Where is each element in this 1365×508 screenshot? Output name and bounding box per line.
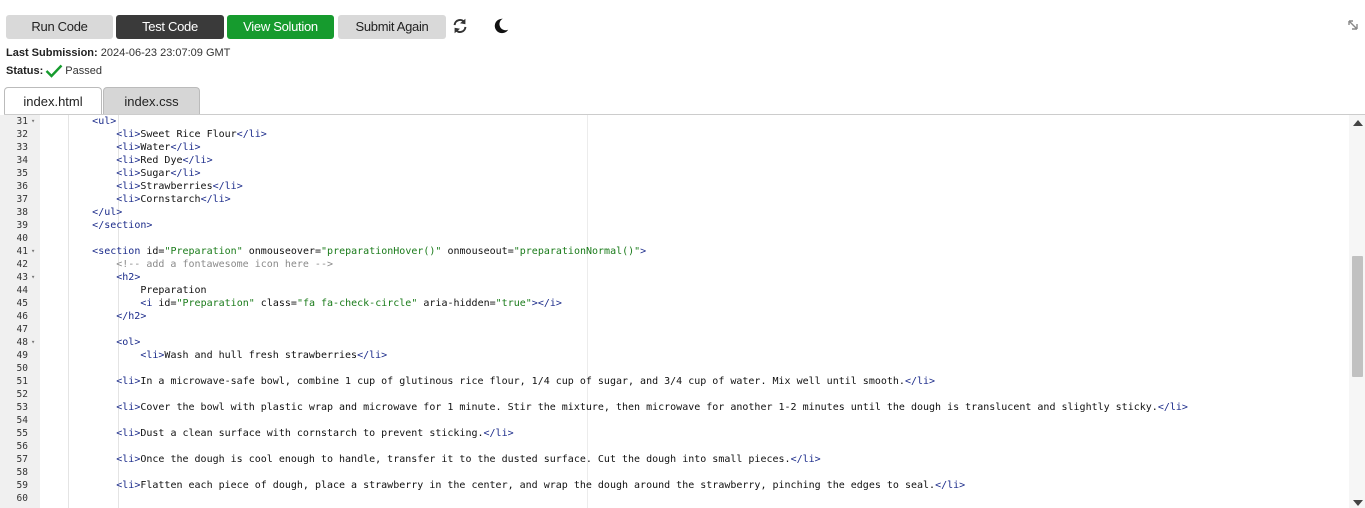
line-number: 56: [16, 441, 28, 452]
code-line: <li>Water</li>: [116, 142, 201, 153]
submission-status: Status: Passed: [6, 64, 102, 78]
code-line: <li>Sweet Rice Flour</li>: [116, 129, 267, 140]
code-line: <li>Strawberries</li>: [116, 181, 243, 192]
line-number: 38: [16, 207, 28, 218]
scroll-up-icon[interactable]: [1353, 120, 1363, 126]
line-number: 34: [16, 155, 28, 166]
line-number: 53: [16, 402, 28, 413]
code-line: <li>In a microwave-safe bowl, combine 1 …: [116, 376, 936, 387]
toolbar: Run Code Test Code View Solution Submit …: [6, 14, 449, 39]
line-number: 59: [16, 480, 28, 491]
editor-scrollbar[interactable]: [1349, 115, 1365, 508]
fold-arrow-icon[interactable]: ▾: [31, 245, 35, 258]
status-label: Status:: [6, 65, 44, 77]
code-line: </h2>: [116, 311, 147, 322]
code-line: <!-- add a fontawesome icon here -->: [116, 259, 333, 270]
run-code-button[interactable]: Run Code: [6, 14, 113, 39]
line-number: 60: [16, 493, 28, 504]
line-number: 57: [16, 454, 28, 465]
moon-icon[interactable]: [492, 17, 510, 35]
line-number: 40: [16, 233, 28, 244]
line-number: 47: [16, 324, 28, 335]
collapse-icon[interactable]: [1348, 20, 1358, 30]
code-area[interactable]: <ul> <li>Sweet Rice Flour</li> <li>Water…: [44, 115, 1344, 508]
line-number: 41: [16, 246, 28, 257]
line-number: 50: [16, 363, 28, 374]
code-line: <li>Cover the bowl with plastic wrap and…: [116, 402, 1188, 413]
tab-index-css[interactable]: index.css: [103, 87, 200, 114]
code-line: <section id="Preparation" onmouseover="p…: [92, 246, 647, 257]
file-tabs: index.html index.css: [4, 87, 200, 114]
last-submission-label: Last Submission:: [6, 47, 98, 59]
line-number-gutter: 31 ▾ 32 33 34 35 36 37 38 39 40 41 ▾ 42 43 ▾ 44 45 46 47 48 ▾…: [0, 115, 40, 508]
code-line: <li>Once the dough is cool enough to han…: [116, 454, 821, 465]
code-line: <li>Sugar</li>: [116, 168, 201, 179]
line-number: 55: [16, 428, 28, 439]
fold-arrow-icon[interactable]: ▾: [31, 271, 35, 284]
line-number: 36: [16, 181, 28, 192]
view-solution-button[interactable]: View Solution: [227, 14, 334, 39]
fold-arrow-icon[interactable]: ▾: [31, 115, 35, 128]
line-number: 44: [16, 285, 28, 296]
code-line: </ul>: [92, 207, 123, 218]
line-number: 54: [16, 415, 28, 426]
check-icon: [45, 64, 63, 78]
line-number: 46: [16, 311, 28, 322]
line-number: 31: [16, 116, 28, 127]
line-number: 52: [16, 389, 28, 400]
last-submission: Last Submission: 2024-06-23 23:07:09 GMT: [6, 47, 230, 59]
line-number: 49: [16, 350, 28, 361]
tab-index-html[interactable]: index.html: [4, 87, 102, 114]
line-number: 51: [16, 376, 28, 387]
code-line: <li>Flatten each piece of dough, place a…: [116, 480, 966, 491]
fold-arrow-icon[interactable]: ▾: [31, 336, 35, 349]
refresh-icon[interactable]: [451, 17, 469, 35]
print-margin: [587, 115, 588, 508]
scroll-down-icon[interactable]: [1353, 500, 1363, 506]
test-code-button[interactable]: Test Code: [116, 14, 224, 39]
line-number: 45: [16, 298, 28, 309]
scrollbar-thumb[interactable]: [1352, 256, 1363, 377]
last-submission-value: 2024-06-23 23:07:09 GMT: [100, 47, 231, 59]
status-value: Passed: [65, 65, 102, 77]
line-number: 58: [16, 467, 28, 478]
line-number: 39: [16, 220, 28, 231]
code-line: <li>Cornstarch</li>: [116, 194, 231, 205]
line-number: 43: [16, 272, 28, 283]
code-line: <ul>: [92, 116, 117, 127]
code-line: <i id="Preparation" class="fa fa-check-c…: [140, 298, 562, 309]
code-editor[interactable]: 31 ▾ 32 33 34 35 36 37 38 39 40 41 ▾ 42 43 ▾ 44 45 46 47 48 ▾…: [0, 115, 1365, 508]
code-line: <ol>: [116, 337, 141, 348]
line-number: 48: [16, 337, 28, 348]
line-number: 32: [16, 129, 28, 140]
code-line: <h2>: [116, 272, 141, 283]
code-line: <li>Wash and hull fresh strawberries</li…: [140, 350, 388, 361]
code-line: Preparation: [44, 285, 207, 296]
line-number: 35: [16, 168, 28, 179]
code-line: <li>Red Dye</li>: [116, 155, 213, 166]
line-number: 42: [16, 259, 28, 270]
line-number: 37: [16, 194, 28, 205]
code-line: </section>: [92, 220, 153, 231]
line-number: 33: [16, 142, 28, 153]
code-line: <li>Dust a clean surface with cornstarch…: [116, 428, 514, 439]
submit-again-button[interactable]: Submit Again: [338, 14, 446, 39]
